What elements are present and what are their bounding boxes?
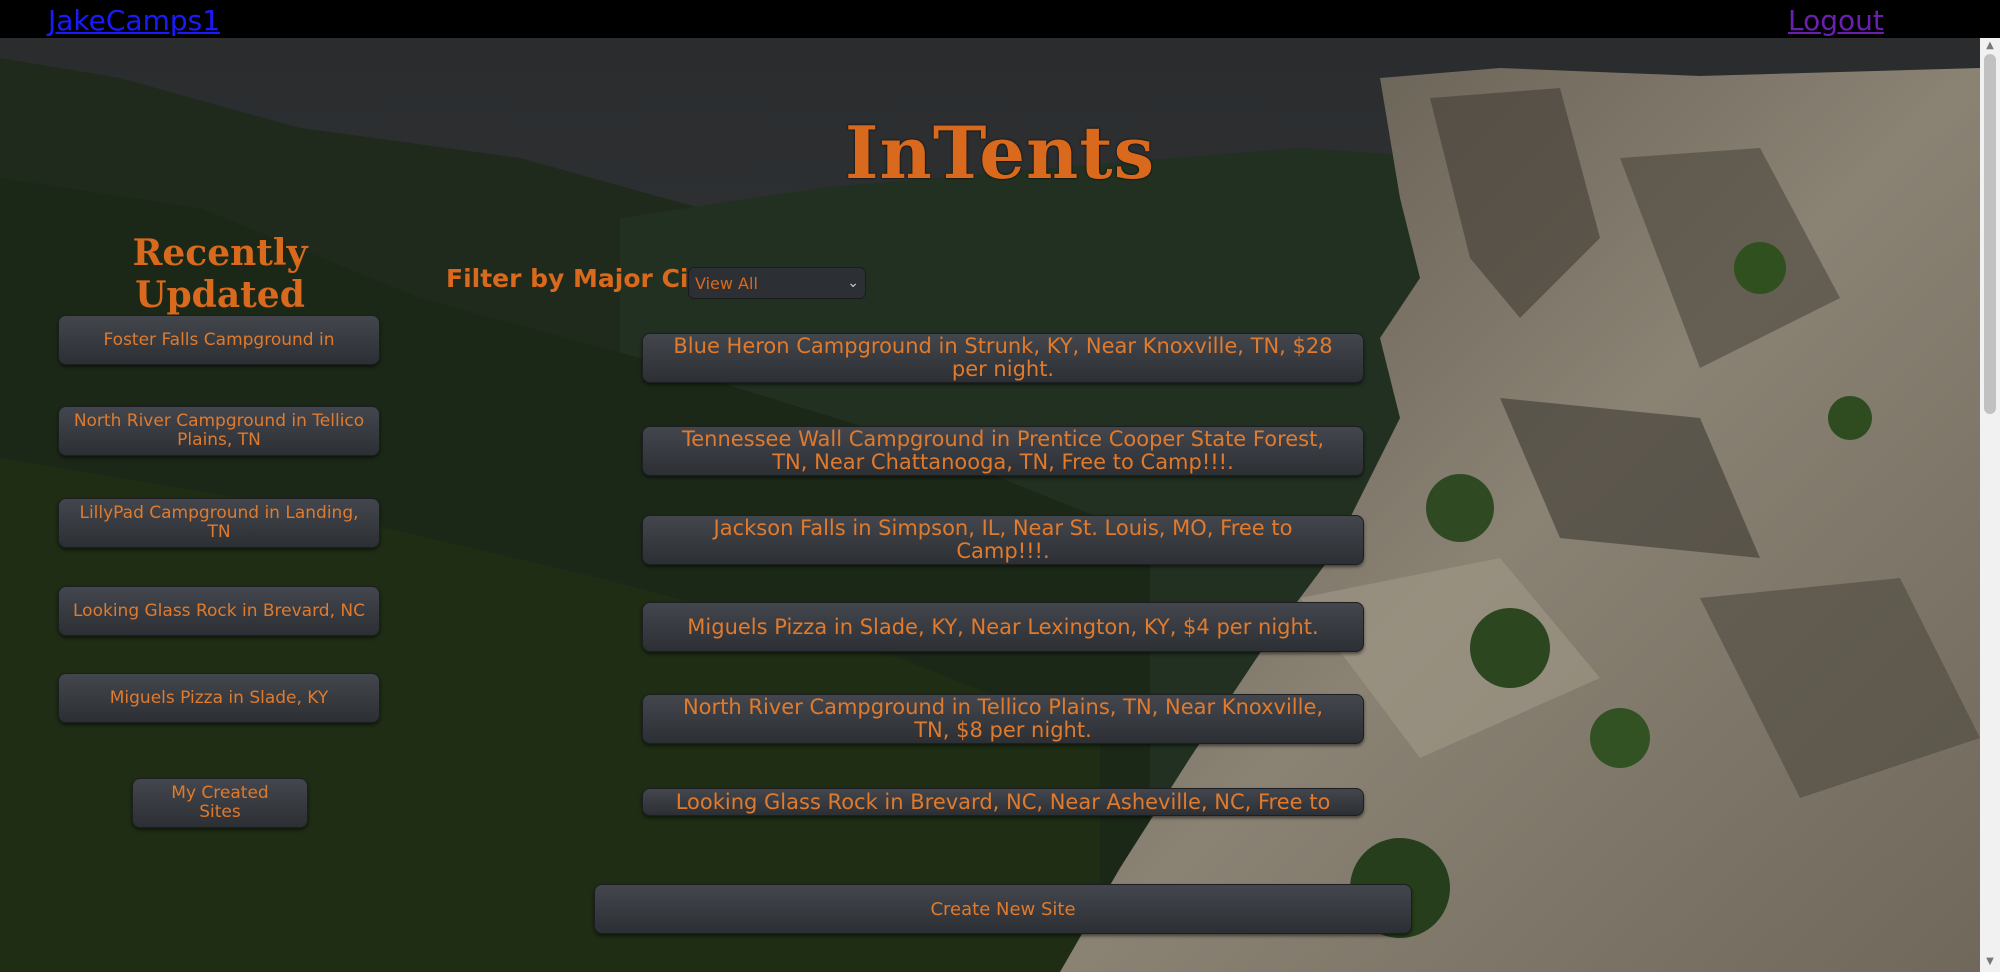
username-link[interactable]: JakeCamps1 <box>48 4 220 37</box>
chevron-down-icon: ⌄ <box>847 275 859 291</box>
scroll-down-icon[interactable]: ▼ <box>1984 956 1996 968</box>
campsite-button[interactable]: Miguels Pizza in Slade, KY, Near Lexingt… <box>642 602 1364 652</box>
recent-site-button[interactable]: LillyPad Campground in Landing, TN <box>58 498 380 548</box>
campsite-button[interactable]: Blue Heron Campground in Strunk, KY, Nea… <box>642 333 1364 383</box>
recent-site-button[interactable]: North River Campground in Tellico Plains… <box>58 406 380 456</box>
recent-site-button[interactable]: Miguels Pizza in Slade, KY <box>58 673 380 723</box>
city-filter-select[interactable]: View All ⌄ <box>688 267 866 299</box>
city-filter-value: View All <box>695 273 758 293</box>
campsite-button[interactable]: Jackson Falls in Simpson, IL, Near St. L… <box>642 515 1364 565</box>
logout-link[interactable]: Logout <box>1788 4 1884 37</box>
scroll-up-icon[interactable]: ▲ <box>1984 40 1996 52</box>
my-created-sites-button[interactable]: My Created Sites <box>132 778 308 828</box>
campsite-button[interactable]: Tennessee Wall Campground in Prentice Co… <box>642 426 1364 476</box>
campsite-button[interactable]: North River Campground in Tellico Plains… <box>642 694 1364 744</box>
filter-label: Filter by Major City: <box>446 264 727 293</box>
recent-site-button[interactable]: Looking Glass Rock in Brevard, NC <box>58 586 380 636</box>
campsite-button[interactable]: Looking Glass Rock in Brevard, NC, Near … <box>642 788 1364 816</box>
recently-updated-heading: Recently Updated <box>132 232 308 316</box>
top-navigation-bar <box>0 0 2000 38</box>
recent-site-button[interactable]: Foster Falls Campground in <box>58 315 380 365</box>
app-title: InTents <box>844 110 1156 195</box>
create-new-site-button[interactable]: Create New Site <box>594 884 1412 934</box>
scrollbar-thumb[interactable] <box>1984 54 1996 414</box>
